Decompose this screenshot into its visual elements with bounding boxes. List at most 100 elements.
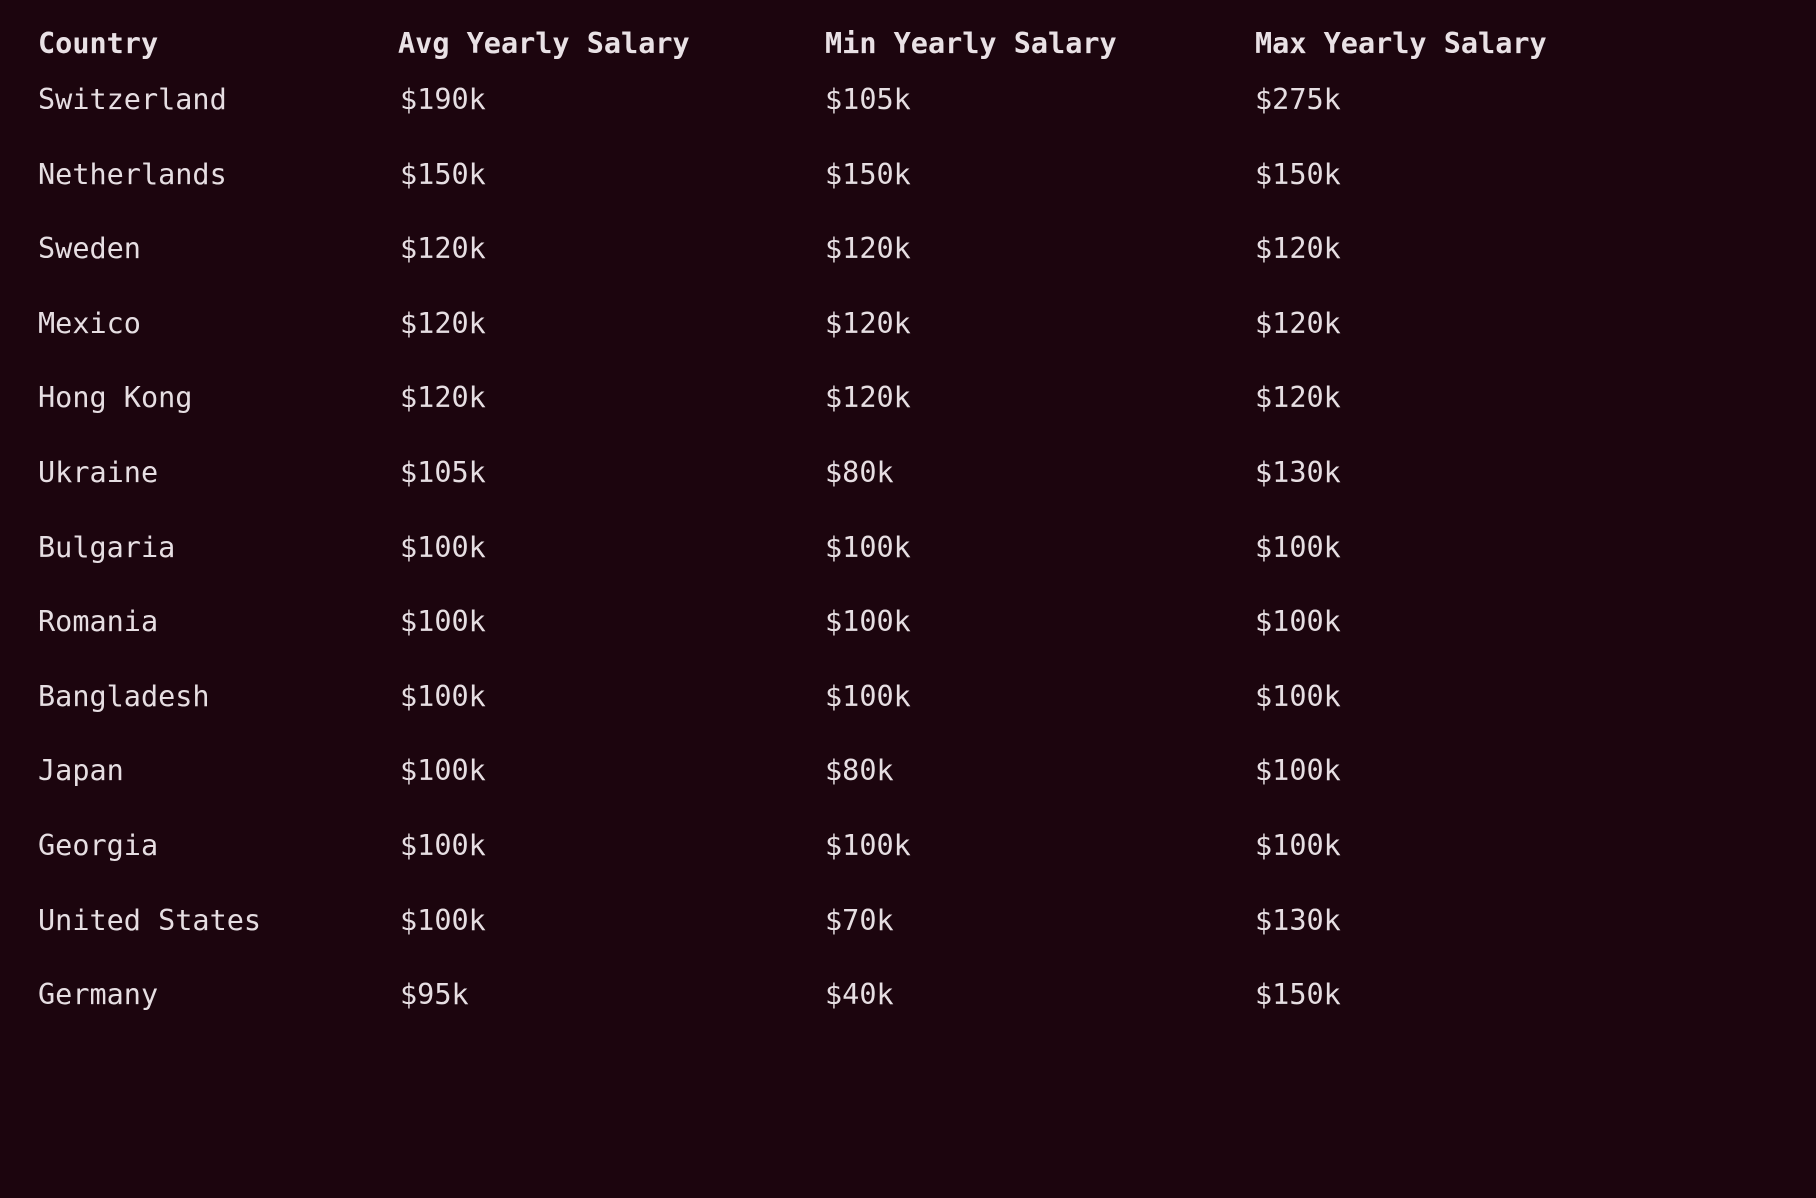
column-header-max-yearly-salary[interactable]: Max Yearly Salary [1215, 0, 1816, 63]
column-header-min-label: Min Yearly Salary [825, 26, 1117, 60]
cell-avg-salary: $95k [360, 958, 787, 1033]
cell-max-salary: $100k [1215, 585, 1816, 660]
cell-max-salary: $120k [1215, 287, 1816, 362]
cell-min-salary: $120k [787, 287, 1215, 362]
cell-avg-text: $100k [400, 903, 486, 937]
cell-avg-text: $120k [400, 306, 486, 340]
cell-min-text: $70k [825, 903, 894, 937]
cell-country-text: Bangladesh [38, 679, 210, 713]
cell-min-salary: $120k [787, 212, 1215, 287]
cell-country-text: Switzerland [38, 83, 227, 117]
cell-country-text: Romania [38, 605, 159, 639]
cell-country-text: Japan [38, 754, 124, 788]
table-row[interactable]: Bangladesh $100k $100k $100k [0, 660, 1816, 735]
table-row[interactable]: Germany $95k $40k $150k [0, 958, 1816, 1033]
cell-country-text: Germany [38, 978, 159, 1012]
cell-avg-text: $100k [400, 828, 486, 862]
cell-min-text: $100k [825, 679, 911, 713]
column-header-country-label: Country [38, 26, 159, 60]
cell-max-text: $100k [1255, 530, 1341, 564]
table-row[interactable]: Georgia $100k $100k $100k [0, 809, 1816, 884]
cell-country: Romania [0, 585, 360, 660]
cell-avg-text: $120k [400, 232, 486, 266]
cell-country: Switzerland [0, 63, 360, 138]
cell-country: Ukraine [0, 436, 360, 511]
cell-country-text: Ukraine [38, 456, 159, 490]
cell-max-salary: $150k [1215, 958, 1816, 1033]
cell-max-salary: $150k [1215, 138, 1816, 213]
cell-avg-salary: $100k [360, 660, 787, 735]
cell-avg-salary: $100k [360, 734, 787, 809]
cell-min-salary: $80k [787, 436, 1215, 511]
salary-table: Country Avg Yearly Salary Min Yearly Sal… [0, 0, 1816, 1033]
cell-avg-text: $95k [400, 978, 469, 1012]
cell-min-salary: $40k [787, 958, 1215, 1033]
cell-avg-salary: $100k [360, 809, 787, 884]
cell-avg-text: $190k [400, 83, 486, 117]
table-row[interactable]: United States $100k $70k $130k [0, 884, 1816, 959]
table-row[interactable]: Mexico $120k $120k $120k [0, 287, 1816, 362]
column-header-avg-yearly-salary[interactable]: Avg Yearly Salary [360, 0, 787, 63]
table-header-row: Country Avg Yearly Salary Min Yearly Sal… [0, 0, 1816, 63]
cell-max-salary: $275k [1215, 63, 1816, 138]
table-row[interactable]: Switzerland $190k $105k $275k [0, 63, 1816, 138]
cell-min-salary: $100k [787, 660, 1215, 735]
table-row[interactable]: Hong Kong $120k $120k $120k [0, 361, 1816, 436]
cell-min-salary: $150k [787, 138, 1215, 213]
cell-country: United States [0, 884, 360, 959]
cell-avg-text: $120k [400, 381, 486, 415]
cell-min-text: $40k [825, 978, 894, 1012]
cell-avg-text: $100k [400, 530, 486, 564]
cell-avg-salary: $150k [360, 138, 787, 213]
cell-max-text: $120k [1255, 306, 1341, 340]
cell-min-text: $100k [825, 828, 911, 862]
column-header-avg-label: Avg Yearly Salary [398, 26, 690, 60]
cell-avg-salary: $100k [360, 585, 787, 660]
cell-avg-salary: $120k [360, 287, 787, 362]
cell-avg-salary: $120k [360, 212, 787, 287]
cell-country: Hong Kong [0, 361, 360, 436]
table-row[interactable]: Romania $100k $100k $100k [0, 585, 1816, 660]
cell-avg-salary: $105k [360, 436, 787, 511]
cell-min-text: $120k [825, 232, 911, 266]
cell-country: Bulgaria [0, 511, 360, 586]
cell-avg-salary: $100k [360, 884, 787, 959]
cell-min-text: $100k [825, 605, 911, 639]
column-header-max-label: Max Yearly Salary [1255, 26, 1547, 60]
table-row[interactable]: Japan $100k $80k $100k [0, 734, 1816, 809]
cell-max-salary: $100k [1215, 511, 1816, 586]
cell-min-salary: $100k [787, 585, 1215, 660]
cell-avg-salary: $100k [360, 511, 787, 586]
cell-avg-salary: $190k [360, 63, 787, 138]
column-header-min-yearly-salary[interactable]: Min Yearly Salary [787, 0, 1215, 63]
column-header-country[interactable]: Country [0, 0, 360, 63]
cell-country-text: United States [38, 903, 262, 937]
table-row[interactable]: Netherlands $150k $150k $150k [0, 138, 1816, 213]
cell-min-text: $150k [825, 157, 911, 191]
cell-avg-text: $100k [400, 679, 486, 713]
table-row[interactable]: Ukraine $105k $80k $130k [0, 436, 1816, 511]
table-row[interactable]: Bulgaria $100k $100k $100k [0, 511, 1816, 586]
table-row[interactable]: Sweden $120k $120k $120k [0, 212, 1816, 287]
cell-avg-salary: $120k [360, 361, 787, 436]
cell-max-text: $130k [1255, 903, 1341, 937]
cell-country-text: Georgia [38, 828, 159, 862]
cell-min-salary: $80k [787, 734, 1215, 809]
cell-country-text: Netherlands [38, 157, 227, 191]
cell-avg-text: $100k [400, 754, 486, 788]
cell-min-salary: $105k [787, 63, 1215, 138]
cell-max-salary: $130k [1215, 436, 1816, 511]
cell-country-text: Mexico [38, 306, 141, 340]
cell-country: Sweden [0, 212, 360, 287]
cell-country-text: Bulgaria [38, 530, 176, 564]
cell-max-salary: $130k [1215, 884, 1816, 959]
cell-max-salary: $100k [1215, 734, 1816, 809]
cell-max-text: $100k [1255, 679, 1341, 713]
cell-country: Mexico [0, 287, 360, 362]
cell-min-text: $100k [825, 530, 911, 564]
cell-min-salary: $70k [787, 884, 1215, 959]
cell-max-text: $150k [1255, 978, 1341, 1012]
cell-country: Netherlands [0, 138, 360, 213]
cell-country: Germany [0, 958, 360, 1033]
cell-max-salary: $120k [1215, 361, 1816, 436]
